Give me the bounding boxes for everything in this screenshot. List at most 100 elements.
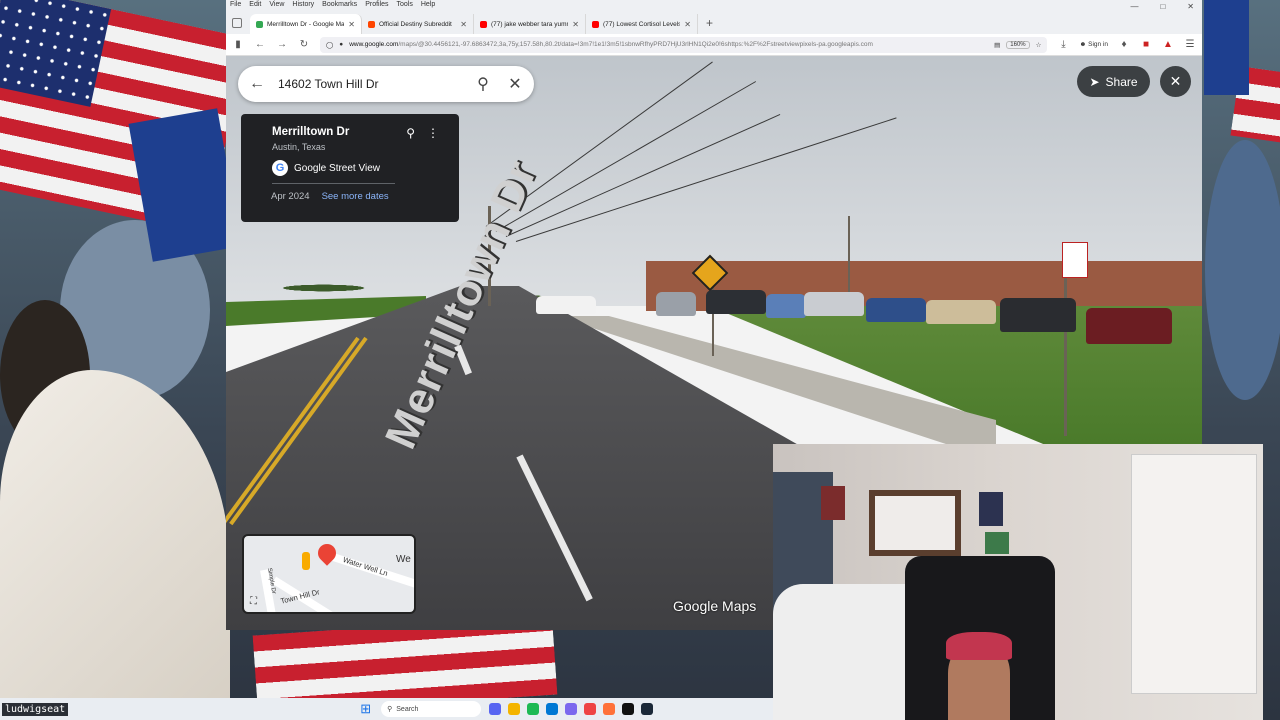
car [536,296,596,314]
back-arrow-icon[interactable]: ← [246,75,268,93]
tab-title: (77) Lowest Cortisol Levels with [603,20,681,28]
reload-icon[interactable]: ↻ [298,39,310,50]
tab-title: (77) jake webber tara yummy react [491,20,568,28]
street-view-source: G Google Street View [272,160,445,176]
campaign-sign [1204,0,1249,95]
no-parking-sign [1062,242,1088,278]
firefox-icon[interactable] [603,703,616,715]
card-actions: ⚲ ⋮ [406,126,439,140]
menu-help[interactable]: Help [421,1,435,11]
crowd-person [1205,140,1280,400]
tab-destiny-subreddit[interactable]: Official Destiny Subreddit ✕ [362,14,474,34]
taskbar-search[interactable]: ⚲ Search [381,701,482,717]
streamer-hair [946,632,1012,660]
downloads-icon[interactable]: ⤓ [1057,39,1069,50]
tab-close-icon[interactable]: ✕ [572,20,579,29]
windows-start-icon[interactable]: ⊞ [360,701,371,717]
extension-icon[interactable]: ▲ [1162,39,1174,50]
tab-google-maps[interactable]: Merrilltown Dr - Google Maps ✕ [250,14,362,34]
see-more-dates-link[interactable]: See more dates [322,191,389,202]
google-maps-logo: Google Maps [673,598,757,614]
ublock-icon[interactable]: ■ [1140,39,1152,50]
search-icon: ⚲ [387,706,393,713]
location-pin-icon[interactable]: ⚲ [406,126,415,140]
navigation-bar: ▮ ← → ↻ ◯ ● www.google.com/maps/@30.4456… [226,34,1202,56]
url-text: www.google.com/maps/@30.4456121,-97.6863… [349,41,988,48]
file-explorer-icon[interactable] [508,703,521,715]
url-path: /maps/@30.4456121,-97.6863472,3a,75y,157… [398,41,873,48]
discord-icon[interactable] [489,703,502,715]
reader-view-icon[interactable]: ▤ [994,41,1000,49]
address-bar[interactable]: ◯ ● www.google.com/maps/@30.4456121,-97.… [320,36,1048,53]
minimap[interactable]: Water Well Ln Town Hill Dr Simple Dr We … [242,534,416,614]
car [706,290,766,314]
tab-youtube-1[interactable]: (77) jake webber tara yummy react ✕ [474,14,586,34]
back-icon[interactable]: ← [254,39,266,50]
sidebar-icon[interactable]: ▮ [232,39,244,50]
bookmark-star-icon[interactable]: ☆ [1036,41,1042,49]
menu-tools[interactable]: Tools [397,1,413,11]
close-street-view-button[interactable]: ✕ [1160,66,1191,97]
lock-icon[interactable]: ● [339,41,343,48]
app-icon[interactable] [641,703,654,715]
google-logo-icon: G [272,160,288,176]
pegman-icon[interactable] [302,552,310,570]
new-tab-icon[interactable]: + [706,16,713,30]
tab-title: Official Destiny Subreddit [379,20,452,28]
maximize-icon[interactable]: □ [1160,2,1165,11]
reddit-favicon-icon [368,20,375,28]
closet-door [1131,454,1257,694]
menu-bar: File Edit View History Bookmarks Profile… [226,0,1202,12]
tab-youtube-2[interactable]: (77) Lowest Cortisol Levels with ✕ [586,14,698,34]
search-input[interactable]: 14602 Town Hill Dr [278,77,462,91]
menu-edit[interactable]: Edit [249,1,261,11]
minimize-icon[interactable]: — [1130,2,1138,11]
tab-close-icon[interactable]: ✕ [348,20,355,29]
window-close-icon[interactable]: ✕ [1187,2,1194,11]
teams-icon[interactable] [565,703,578,715]
share-button[interactable]: ➤ Share [1077,66,1150,97]
sign-in-label: Sign in [1088,41,1108,48]
divider [272,183,395,184]
shield-icon[interactable]: ◯ [326,41,333,49]
taskbar: ludwigseat ⊞ ⚲ Search [0,698,773,720]
expand-map-icon[interactable]: ⛶ [250,596,257,607]
source-label: Google Street View [294,162,380,174]
tab-overview-icon[interactable] [232,18,242,28]
spotify-icon[interactable] [527,703,540,715]
forward-icon[interactable]: → [276,39,288,50]
place-subtitle: Austin, Texas [272,142,326,152]
youtube-favicon-icon [480,20,487,28]
menu-icon[interactable]: ☰ [1184,39,1196,50]
maps-search-bar: ← 14602 Town Hill Dr ⚲ ✕ [238,66,534,102]
poster [985,532,1009,554]
edge-icon[interactable] [546,703,559,715]
capture-date: Apr 2024 [271,191,310,202]
more-options-icon[interactable]: ⋮ [427,126,439,140]
tab-close-icon[interactable]: ✕ [684,20,691,29]
menu-view[interactable]: View [269,1,284,11]
tab-bar: Merrilltown Dr - Google Maps ✕ Official … [226,12,1202,34]
close-icon: ✕ [1169,73,1182,89]
webcam-overlay [773,444,1263,720]
youtube-icon[interactable] [584,703,597,715]
parked-cars [536,288,1202,348]
clear-search-icon[interactable]: ✕ [504,74,526,94]
car [866,298,926,322]
sign-in-button[interactable]: ☻ Sign in [1079,41,1108,48]
menu-bookmarks[interactable]: Bookmarks [322,1,357,11]
tab-close-icon[interactable]: ✕ [460,20,467,29]
menu-history[interactable]: History [292,1,314,11]
username-label: ludwigseat [2,702,69,716]
steam-icon[interactable] [622,703,635,715]
youtube-favicon-icon [592,20,599,28]
menu-file[interactable]: File [230,1,241,11]
light-pole [848,216,850,296]
zoom-level[interactable]: 160% [1006,40,1030,49]
poster [821,486,845,520]
search-icon[interactable]: ⚲ [472,74,494,94]
menu-profiles[interactable]: Profiles [365,1,388,11]
taskbar-search-placeholder: Search [396,705,419,713]
extensions-icon[interactable]: ♦ [1118,39,1130,50]
street-view-info-card: Merrilltown Dr Austin, Texas ⚲ ⋮ G Googl… [241,114,459,222]
